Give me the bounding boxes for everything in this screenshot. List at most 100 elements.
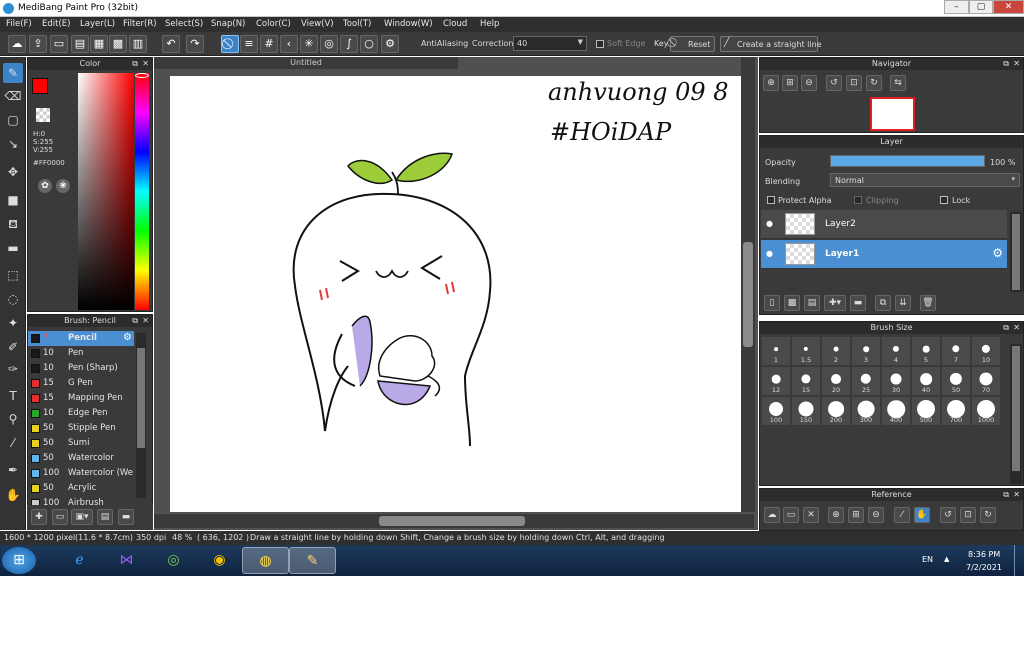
flip-icon[interactable]: ⇆	[890, 75, 906, 91]
cloud-upload-icon[interactable]: ☁	[764, 507, 780, 523]
snap-circle-icon[interactable]: ◎	[320, 35, 338, 53]
scrollbar-thumb[interactable]	[137, 348, 145, 448]
brush-item[interactable]: 15 G Pen	[28, 376, 134, 391]
brush-folder-icon[interactable]: ▬	[118, 509, 134, 525]
snap-curve-icon[interactable]: ∫	[340, 35, 358, 53]
rotate-left-icon[interactable]: ↺	[940, 507, 956, 523]
close-icon[interactable]: ✕	[1013, 322, 1020, 334]
snap-vanishing-icon[interactable]: ‹	[280, 35, 298, 53]
brush-size-option[interactable]: 12	[762, 367, 790, 395]
menu-edit[interactable]: Edit(E)	[42, 19, 70, 29]
language-indicator[interactable]: EN	[922, 555, 933, 564]
menu-filter[interactable]: Filter(R)	[123, 19, 157, 29]
reset-button[interactable]: ⃠ Reset	[670, 36, 715, 52]
gear-icon[interactable]: ⚙	[992, 246, 1003, 260]
vertical-scrollbar-thumb[interactable]	[743, 242, 753, 347]
menu-window[interactable]: Window(W)	[384, 19, 433, 29]
open-folder-icon[interactable]: ▭	[783, 507, 799, 523]
brush-size-option[interactable]: 150	[792, 397, 820, 425]
undo-icon[interactable]: ↶	[162, 35, 180, 53]
snap-ellipse-icon[interactable]: ○	[360, 35, 378, 53]
brush-size-option[interactable]: 4	[882, 337, 910, 365]
cloud-icon[interactable]: ☁	[8, 35, 26, 53]
gradient-tool-icon[interactable]: ▬	[3, 238, 23, 258]
brush-size-option[interactable]: 500	[912, 397, 940, 425]
minimize-button[interactable]: –	[944, 0, 969, 14]
undock-icon[interactable]: ⧉	[132, 315, 138, 327]
navigator-preview[interactable]	[870, 97, 915, 131]
select-pen-tool-icon[interactable]: ✐	[3, 337, 23, 357]
brush-size-option[interactable]: 700	[942, 397, 970, 425]
snap-cross-icon[interactable]: #	[260, 35, 278, 53]
clock-time[interactable]: 8:36 PM	[968, 550, 1000, 559]
brush-size-option[interactable]: 30	[882, 367, 910, 395]
close-icon[interactable]: ✕	[1013, 58, 1020, 70]
snap-off-icon[interactable]: ⃠	[221, 35, 239, 53]
new-8bit-layer-icon[interactable]: ▤	[804, 295, 820, 311]
tray-expand-icon[interactable]: ▲	[944, 555, 949, 563]
bucket-tool-icon[interactable]: ⛾	[3, 214, 23, 234]
lock-checkbox[interactable]	[940, 196, 948, 204]
brush-size-option[interactable]: 100	[762, 397, 790, 425]
brush-size-scrollbar[interactable]	[1010, 344, 1022, 484]
brush-item[interactable]: 10 Edge Pen	[28, 406, 134, 421]
brush-item[interactable]: 100 Watercolor (We	[28, 466, 134, 481]
snap-radial-icon[interactable]: ✳	[300, 35, 318, 53]
undock-icon[interactable]: ⧉	[1003, 489, 1009, 501]
brush-size-option[interactable]: 15	[792, 367, 820, 395]
duplicate-layer-icon[interactable]: ⧉	[875, 295, 891, 311]
drawing-canvas[interactable]: anhvuong 09 8 #HOiDAP	[170, 76, 741, 512]
primary-color-swatch[interactable]	[32, 78, 48, 94]
undock-icon[interactable]: ⧉	[132, 58, 138, 70]
hue-slider-handle[interactable]	[135, 73, 149, 78]
rotate-left-icon[interactable]: ↺	[826, 75, 842, 91]
chrome-icon[interactable]: ◉	[196, 547, 243, 574]
close-button[interactable]: ✕	[993, 0, 1024, 14]
coc-coc-icon[interactable]: ◎	[150, 547, 197, 574]
eye-icon[interactable]: ●	[766, 249, 773, 258]
close-icon[interactable]: ✕	[142, 58, 149, 70]
close-icon[interactable]: ✕	[1013, 489, 1020, 501]
hand-icon[interactable]: ✋	[914, 507, 930, 523]
clock-date[interactable]: 7/2/2021	[966, 563, 1002, 572]
brush-size-option[interactable]: 200	[822, 397, 850, 425]
visual-studio-icon[interactable]: ⋈	[103, 547, 150, 574]
layer-list-scrollbar[interactable]	[1010, 212, 1022, 292]
correction-select[interactable]: 40 ▼	[513, 36, 587, 51]
gear-icon[interactable]: ⚙	[123, 332, 132, 343]
brush-size-option[interactable]: 40	[912, 367, 940, 395]
brush-item[interactable]: 15 Mapping Pen	[28, 391, 134, 406]
brush-size-option[interactable]: 7	[942, 337, 970, 365]
brush-size-option[interactable]: 25	[852, 367, 880, 395]
brush-list-scrollbar[interactable]	[136, 333, 146, 498]
zoom-in-icon[interactable]: ⊕	[828, 507, 844, 523]
brush-item[interactable]: 50 Acrylic	[28, 481, 134, 496]
canvas-vertical-scrollbar[interactable]	[741, 57, 755, 512]
graph-tool-icon[interactable]: ↘	[3, 134, 23, 154]
gear-icon[interactable]: ⚙	[381, 35, 399, 53]
menu-tool[interactable]: Tool(T)	[343, 19, 371, 29]
blending-select[interactable]: Normal ▾	[830, 173, 1020, 187]
brush-item[interactable]: 50 Watercolor	[28, 451, 134, 466]
upload-icon[interactable]: ⇪	[29, 35, 47, 53]
eye-icon[interactable]: ●	[766, 219, 773, 228]
divide-tool-icon[interactable]: ⚲	[3, 409, 23, 429]
horizontal-scrollbar-thumb[interactable]	[379, 516, 525, 526]
brush-size-option[interactable]: 1000	[972, 397, 1000, 425]
text-tool-icon[interactable]: T	[3, 386, 23, 406]
show-desktop-button[interactable]	[1014, 545, 1024, 576]
transparent-color-swatch[interactable]	[36, 108, 50, 122]
hand-tool-icon[interactable]: ✋	[3, 485, 23, 505]
zoom-in-icon[interactable]: ⊕	[763, 75, 779, 91]
brush-size-option[interactable]: 20	[822, 367, 850, 395]
clipping-checkbox[interactable]	[854, 196, 862, 204]
brush-size-option[interactable]: 5	[912, 337, 940, 365]
undock-icon[interactable]: ⧉	[1003, 58, 1009, 70]
brush-menu-icon[interactable]: ▣▾	[71, 509, 93, 525]
layer-row-layer1[interactable]: ● Layer1 ⚙	[761, 240, 1007, 269]
grid-icon[interactable]: ▩	[109, 35, 127, 53]
add-brush-icon[interactable]: ✚	[31, 509, 47, 525]
new-file-icon[interactable]: ▤	[71, 35, 89, 53]
merge-layer-icon[interactable]: ⇊	[895, 295, 911, 311]
canvas-horizontal-scrollbar[interactable]	[154, 514, 754, 528]
